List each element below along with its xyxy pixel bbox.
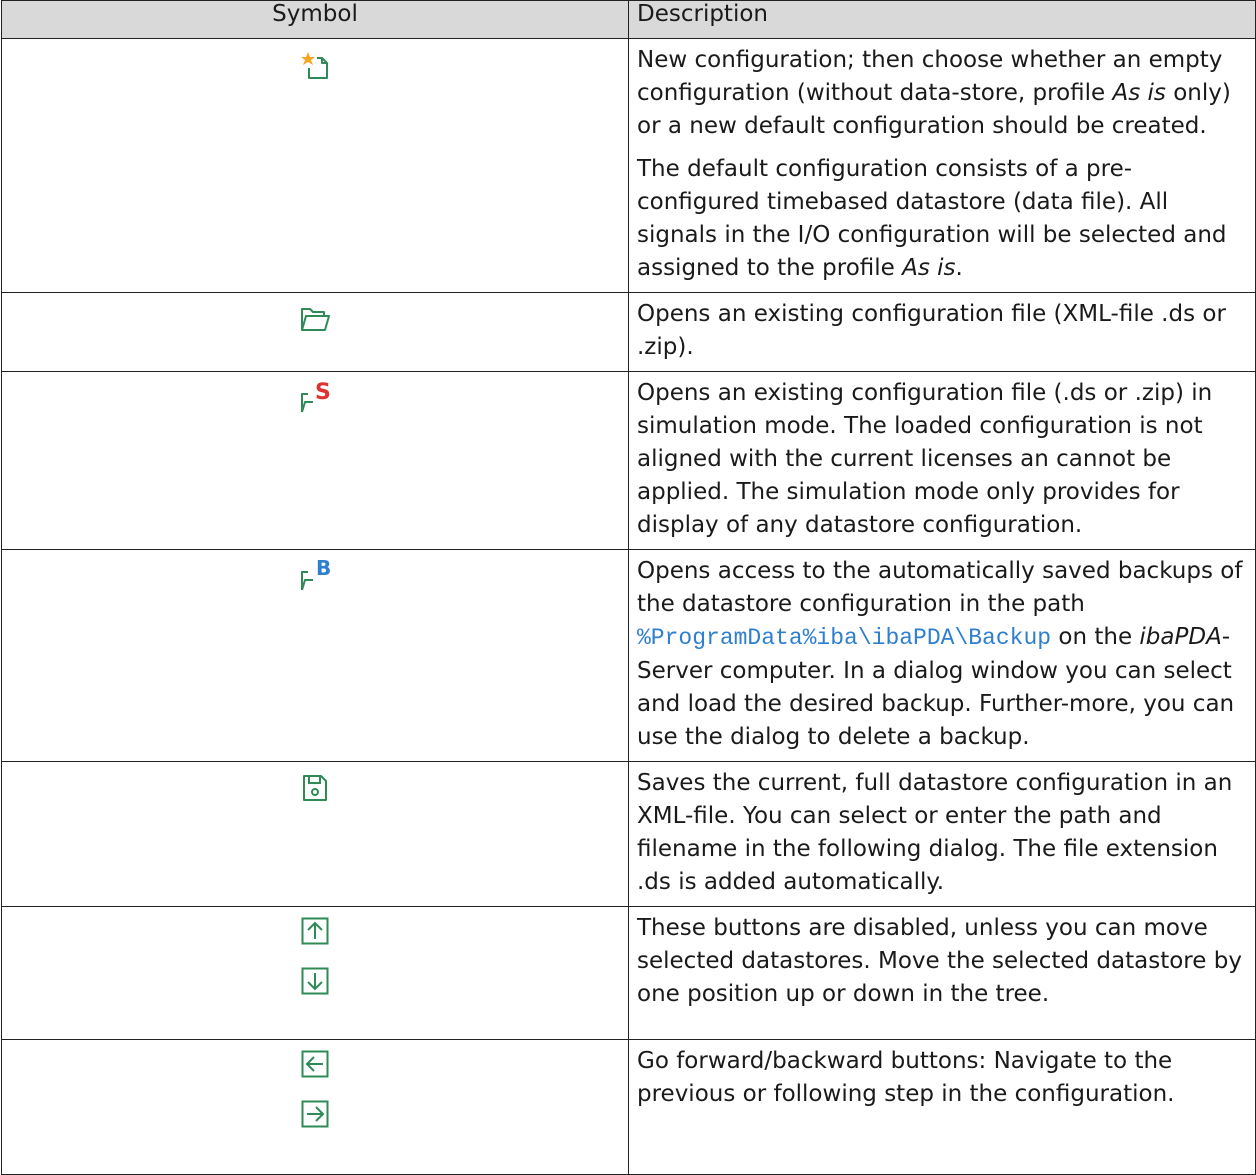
table-row: These buttons are disabled, unless you c… [1,906,1256,1040]
description-paragraph: Opens access to the automatically saved … [637,558,1243,750]
table-row: Go forward/backward buttons: Navigate to… [1,1039,1256,1175]
symbol-cell: B [1,549,629,762]
symbol-cell [1,38,629,293]
arrow-up-icon [301,917,329,945]
symbol-cell: S [1,371,629,550]
save-icon [302,774,328,802]
symbol-column-header: Symbol [1,0,629,39]
symbol-cell [1,906,629,1040]
simulation-badge: S [315,380,331,405]
description-column-header: Description [628,0,1256,39]
open-backup-icon: B [299,556,331,592]
symbol-cell [1,292,629,372]
description-paragraph: The default configuration consists of a … [637,156,1227,281]
arrow-right-icon [301,1100,329,1128]
description-paragraph: Go forward/backward buttons: Navigate to… [637,1048,1175,1107]
symbol-cell [1,1039,629,1175]
open-folder-icon [299,305,331,333]
open-simulation-icon: S [299,380,331,414]
description-cell: Opens an existing configuration file (XM… [628,292,1256,372]
arrow-down-icon [301,967,329,995]
description-paragraph: These buttons are disabled, unless you c… [637,915,1242,1007]
description-cell: Go forward/backward buttons: Navigate to… [628,1039,1256,1175]
description-cell: New configuration; then choose whether a… [628,38,1256,293]
description-cell: Opens an existing configuration file (.d… [628,371,1256,550]
backup-badge: B [316,556,332,580]
symbol-description-table: Symbol Description New configuration; th… [1,0,1256,1175]
backup-path: %ProgramData%iba\ibaPDA\Backup [637,625,1052,651]
table-row: Saves the current, full datastore config… [1,761,1256,907]
description-paragraph: New configuration; then choose whether a… [637,47,1231,139]
description-cell: Opens access to the automatically saved … [628,549,1256,762]
new-configuration-icon [300,51,330,81]
table-row: B Opens access to the automatically save… [1,549,1256,762]
description-paragraph: Opens an existing configuration file (.d… [637,380,1213,538]
table-row: Opens an existing configuration file (XM… [1,292,1256,372]
symbol-cell [1,761,629,907]
table-header-row: Symbol Description [1,0,1256,39]
description-cell: These buttons are disabled, unless you c… [628,906,1256,1040]
description-paragraph: Opens an existing configuration file (XM… [637,301,1226,360]
description-cell: Saves the current, full datastore config… [628,761,1256,907]
description-paragraph: Saves the current, full datastore config… [637,770,1233,895]
table-row: New configuration; then choose whether a… [1,38,1256,293]
table-row: S Opens an existing configuration file (… [1,371,1256,550]
arrow-left-icon [301,1050,329,1078]
